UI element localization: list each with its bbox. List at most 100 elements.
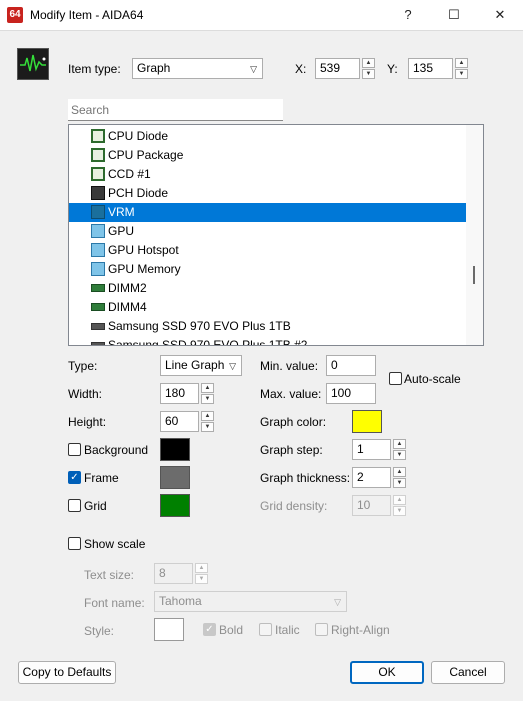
- font-name-value: Tahoma: [159, 594, 202, 608]
- graph-color-label: Graph color:: [260, 415, 327, 429]
- dimm-icon: [91, 303, 105, 311]
- graph-color-swatch[interactable]: [352, 410, 382, 433]
- help-button[interactable]: ?: [385, 0, 431, 30]
- graph-thickness-input[interactable]: 2: [352, 467, 391, 488]
- autoscale-label: Auto-scale: [404, 372, 461, 386]
- grid-density-label: Grid density:: [260, 499, 328, 513]
- text-size-spinner[interactable]: ▲ ▼: [195, 563, 208, 585]
- aida64-app-icon: 64: [7, 7, 23, 23]
- x-spinner[interactable]: ▲ ▼: [362, 58, 375, 80]
- cancel-button[interactable]: Cancel: [431, 661, 505, 684]
- scale-color-swatch[interactable]: [154, 618, 184, 641]
- background-color-swatch[interactable]: [160, 438, 190, 461]
- text-size-input[interactable]: 8: [154, 563, 193, 584]
- frame-color-swatch[interactable]: [160, 466, 190, 489]
- grid-color-swatch[interactable]: [160, 494, 190, 517]
- max-value-input[interactable]: 100: [326, 383, 376, 404]
- graph-type-value: Line Graph: [165, 358, 225, 372]
- graph-thickness-spinner[interactable]: ▲ ▼: [393, 467, 406, 489]
- list-item[interactable]: GPU Memory: [69, 260, 466, 279]
- list-item[interactable]: DIMM2: [69, 279, 466, 298]
- list-item[interactable]: GPU: [69, 222, 466, 241]
- bold-checkbox[interactable]: ✓: [203, 623, 216, 636]
- checkmark-icon: ✓: [70, 472, 79, 483]
- window-title: Modify Item - AIDA64: [30, 8, 144, 22]
- list-item[interactable]: CPU Package: [69, 146, 466, 165]
- spin-down-icon[interactable]: ▼: [201, 422, 214, 432]
- list-item[interactable]: GPU Hotspot: [69, 241, 466, 260]
- spin-up-icon[interactable]: ▲: [393, 495, 406, 505]
- scrollbar-thumb[interactable]: [473, 266, 475, 284]
- grid-label: Grid: [84, 499, 107, 513]
- width-spinner[interactable]: ▲ ▼: [201, 383, 214, 405]
- autoscale-checkbox[interactable]: [389, 372, 402, 385]
- minimize-button[interactable]: ☐: [431, 0, 477, 30]
- spin-up-icon[interactable]: ▲: [362, 58, 375, 68]
- chip-icon: [91, 167, 105, 181]
- font-name-label: Font name:: [84, 596, 145, 610]
- spin-up-icon[interactable]: ▲: [393, 439, 406, 449]
- list-item[interactable]: CPU Diode: [69, 127, 466, 146]
- y-input[interactable]: 135: [408, 58, 453, 79]
- search-input[interactable]: [68, 99, 283, 121]
- list-item[interactable]: DIMM4: [69, 298, 466, 317]
- sensor-list[interactable]: CPU Diode CPU Package CCD #1 PCH Diode V…: [68, 124, 484, 346]
- graph-step-spinner[interactable]: ▲ ▼: [393, 439, 406, 461]
- min-value-input[interactable]: 0: [326, 355, 376, 376]
- right-align-checkbox[interactable]: [315, 623, 328, 636]
- frame-checkbox[interactable]: ✓: [68, 471, 81, 484]
- width-label: Width:: [68, 387, 103, 401]
- spin-down-icon[interactable]: ▼: [393, 506, 406, 516]
- copy-to-defaults-button[interactable]: Copy to Defaults: [18, 661, 116, 684]
- spin-down-icon[interactable]: ▼: [393, 478, 406, 488]
- text-size-label: Text size:: [84, 568, 135, 582]
- height-input[interactable]: 60: [160, 411, 199, 432]
- list-item[interactable]: CCD #1: [69, 165, 466, 184]
- list-item-label: Samsung SSD 970 EVO Plus 1TB #2: [108, 338, 308, 346]
- show-scale-label: Show scale: [84, 537, 146, 551]
- chevron-down-icon: ▽: [250, 64, 257, 74]
- spin-down-icon[interactable]: ▼: [201, 394, 214, 404]
- grid-density-spinner[interactable]: ▲ ▼: [393, 495, 406, 517]
- graph-type-dropdown[interactable]: Line Graph ▽: [160, 355, 242, 376]
- spin-up-icon[interactable]: ▲: [455, 58, 468, 68]
- list-item[interactable]: PCH Diode: [69, 184, 466, 203]
- list-scrollbar[interactable]: [466, 125, 483, 345]
- grid-checkbox[interactable]: [68, 499, 81, 512]
- close-button[interactable]: ✕: [477, 0, 523, 30]
- y-spinner[interactable]: ▲ ▼: [455, 58, 468, 80]
- italic-checkbox[interactable]: [259, 623, 272, 636]
- spin-up-icon[interactable]: ▲: [201, 383, 214, 393]
- font-name-dropdown[interactable]: Tahoma ▽: [154, 591, 347, 612]
- spin-down-icon[interactable]: ▼: [455, 69, 468, 79]
- width-input[interactable]: 180: [160, 383, 199, 404]
- spin-up-icon[interactable]: ▲: [201, 411, 214, 421]
- spin-up-icon[interactable]: ▲: [195, 563, 208, 573]
- min-value-label: Min. value:: [260, 359, 319, 373]
- spin-down-icon[interactable]: ▼: [195, 574, 208, 584]
- gpu-icon: [91, 243, 105, 257]
- background-checkbox[interactable]: [68, 443, 81, 456]
- graph-step-input[interactable]: 1: [352, 439, 391, 460]
- dimm-icon: [91, 284, 105, 292]
- x-label: X:: [295, 62, 307, 76]
- list-item-label: Samsung SSD 970 EVO Plus 1TB: [108, 319, 291, 333]
- show-scale-checkbox[interactable]: [68, 537, 81, 550]
- spin-down-icon[interactable]: ▼: [362, 69, 375, 79]
- ssd-icon: [91, 323, 105, 330]
- spin-down-icon[interactable]: ▼: [393, 450, 406, 460]
- gpu-icon: [91, 262, 105, 276]
- list-item-label: CPU Diode: [108, 129, 169, 143]
- x-input[interactable]: 539: [315, 58, 360, 79]
- list-item-selected[interactable]: VRM: [69, 203, 466, 222]
- height-spinner[interactable]: ▲ ▼: [201, 411, 214, 433]
- list-item[interactable]: Samsung SSD 970 EVO Plus 1TB: [69, 317, 466, 336]
- height-label: Height:: [68, 415, 107, 429]
- ok-button[interactable]: OK: [350, 661, 424, 684]
- item-type-dropdown[interactable]: Graph ▽: [132, 58, 263, 79]
- grid-density-input[interactable]: 10: [352, 495, 391, 516]
- max-value-label: Max. value:: [260, 387, 322, 401]
- chip-icon: [91, 129, 105, 143]
- spin-up-icon[interactable]: ▲: [393, 467, 406, 477]
- list-item[interactable]: Samsung SSD 970 EVO Plus 1TB #2: [69, 336, 466, 346]
